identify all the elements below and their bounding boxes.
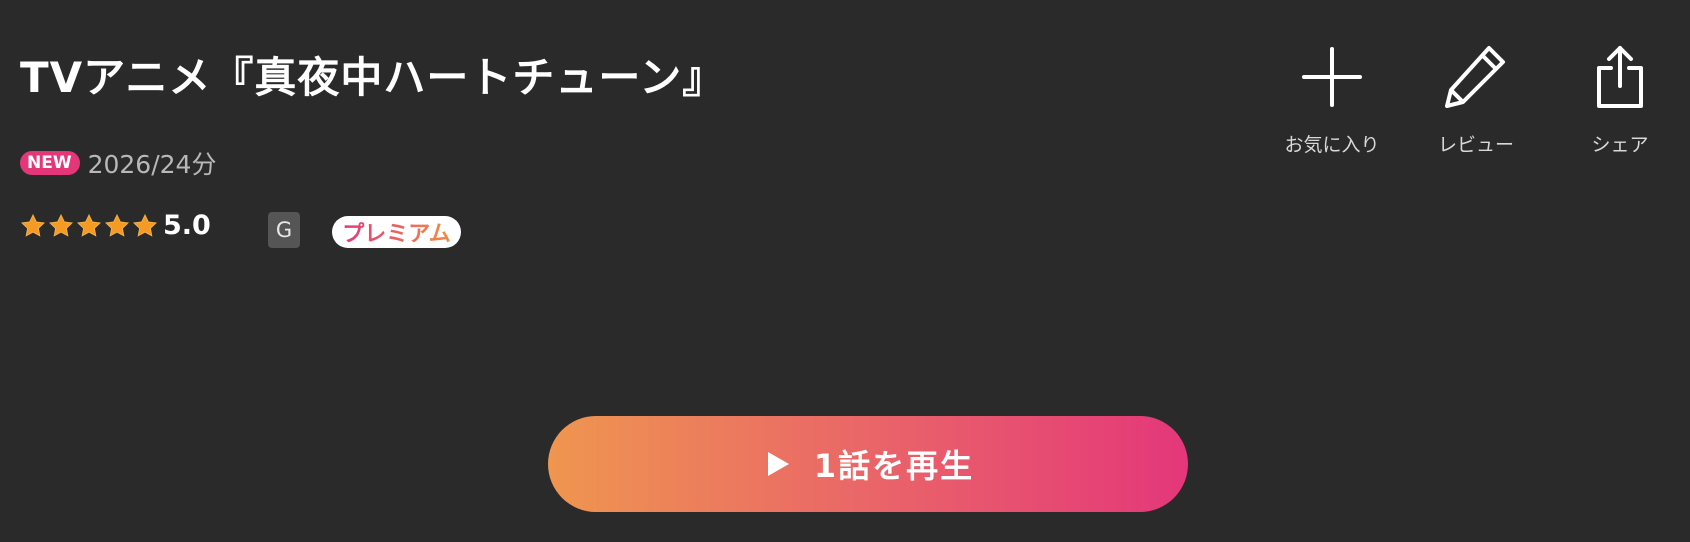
star-icon <box>104 213 130 237</box>
page-title: TVアニメ『真夜中ハートチューン』 <box>20 53 726 102</box>
share-label: シェア <box>1591 134 1649 156</box>
age-rating-badge: G <box>268 212 300 248</box>
rating-stars <box>20 213 160 239</box>
share-button[interactable]: シェア <box>1555 40 1685 157</box>
pencil-icon <box>1445 46 1505 108</box>
meta-row: NEW 2026/24分 <box>20 145 216 181</box>
review-label: レビュー <box>1437 134 1514 156</box>
favorite-label: お気に入り <box>1284 134 1380 156</box>
star-icon <box>132 213 158 237</box>
play-icon <box>767 452 789 476</box>
new-badge: NEW <box>20 151 80 175</box>
favorite-button[interactable]: お気に入り <box>1267 40 1397 157</box>
play-label: 1話を再生 <box>813 447 975 485</box>
year-duration-text: 2026/24分 <box>87 150 217 179</box>
rating-value: 5.0 <box>163 210 211 241</box>
content-detail-header: TVアニメ『真夜中ハートチューン』 NEW 2026/24分 5.0 G プレミ… <box>0 0 1690 542</box>
review-button[interactable]: レビュー <box>1411 40 1541 157</box>
star-icon <box>76 213 102 237</box>
rating[interactable]: 5.0 <box>20 210 211 241</box>
share-icon <box>1597 46 1643 108</box>
star-icon <box>20 213 46 237</box>
play-episode-button[interactable]: 1話を再生 <box>548 416 1188 512</box>
premium-badge: プレミアム <box>332 216 461 248</box>
plus-icon <box>1302 47 1362 107</box>
star-icon <box>48 213 74 237</box>
premium-label: プレミアム <box>342 216 450 248</box>
